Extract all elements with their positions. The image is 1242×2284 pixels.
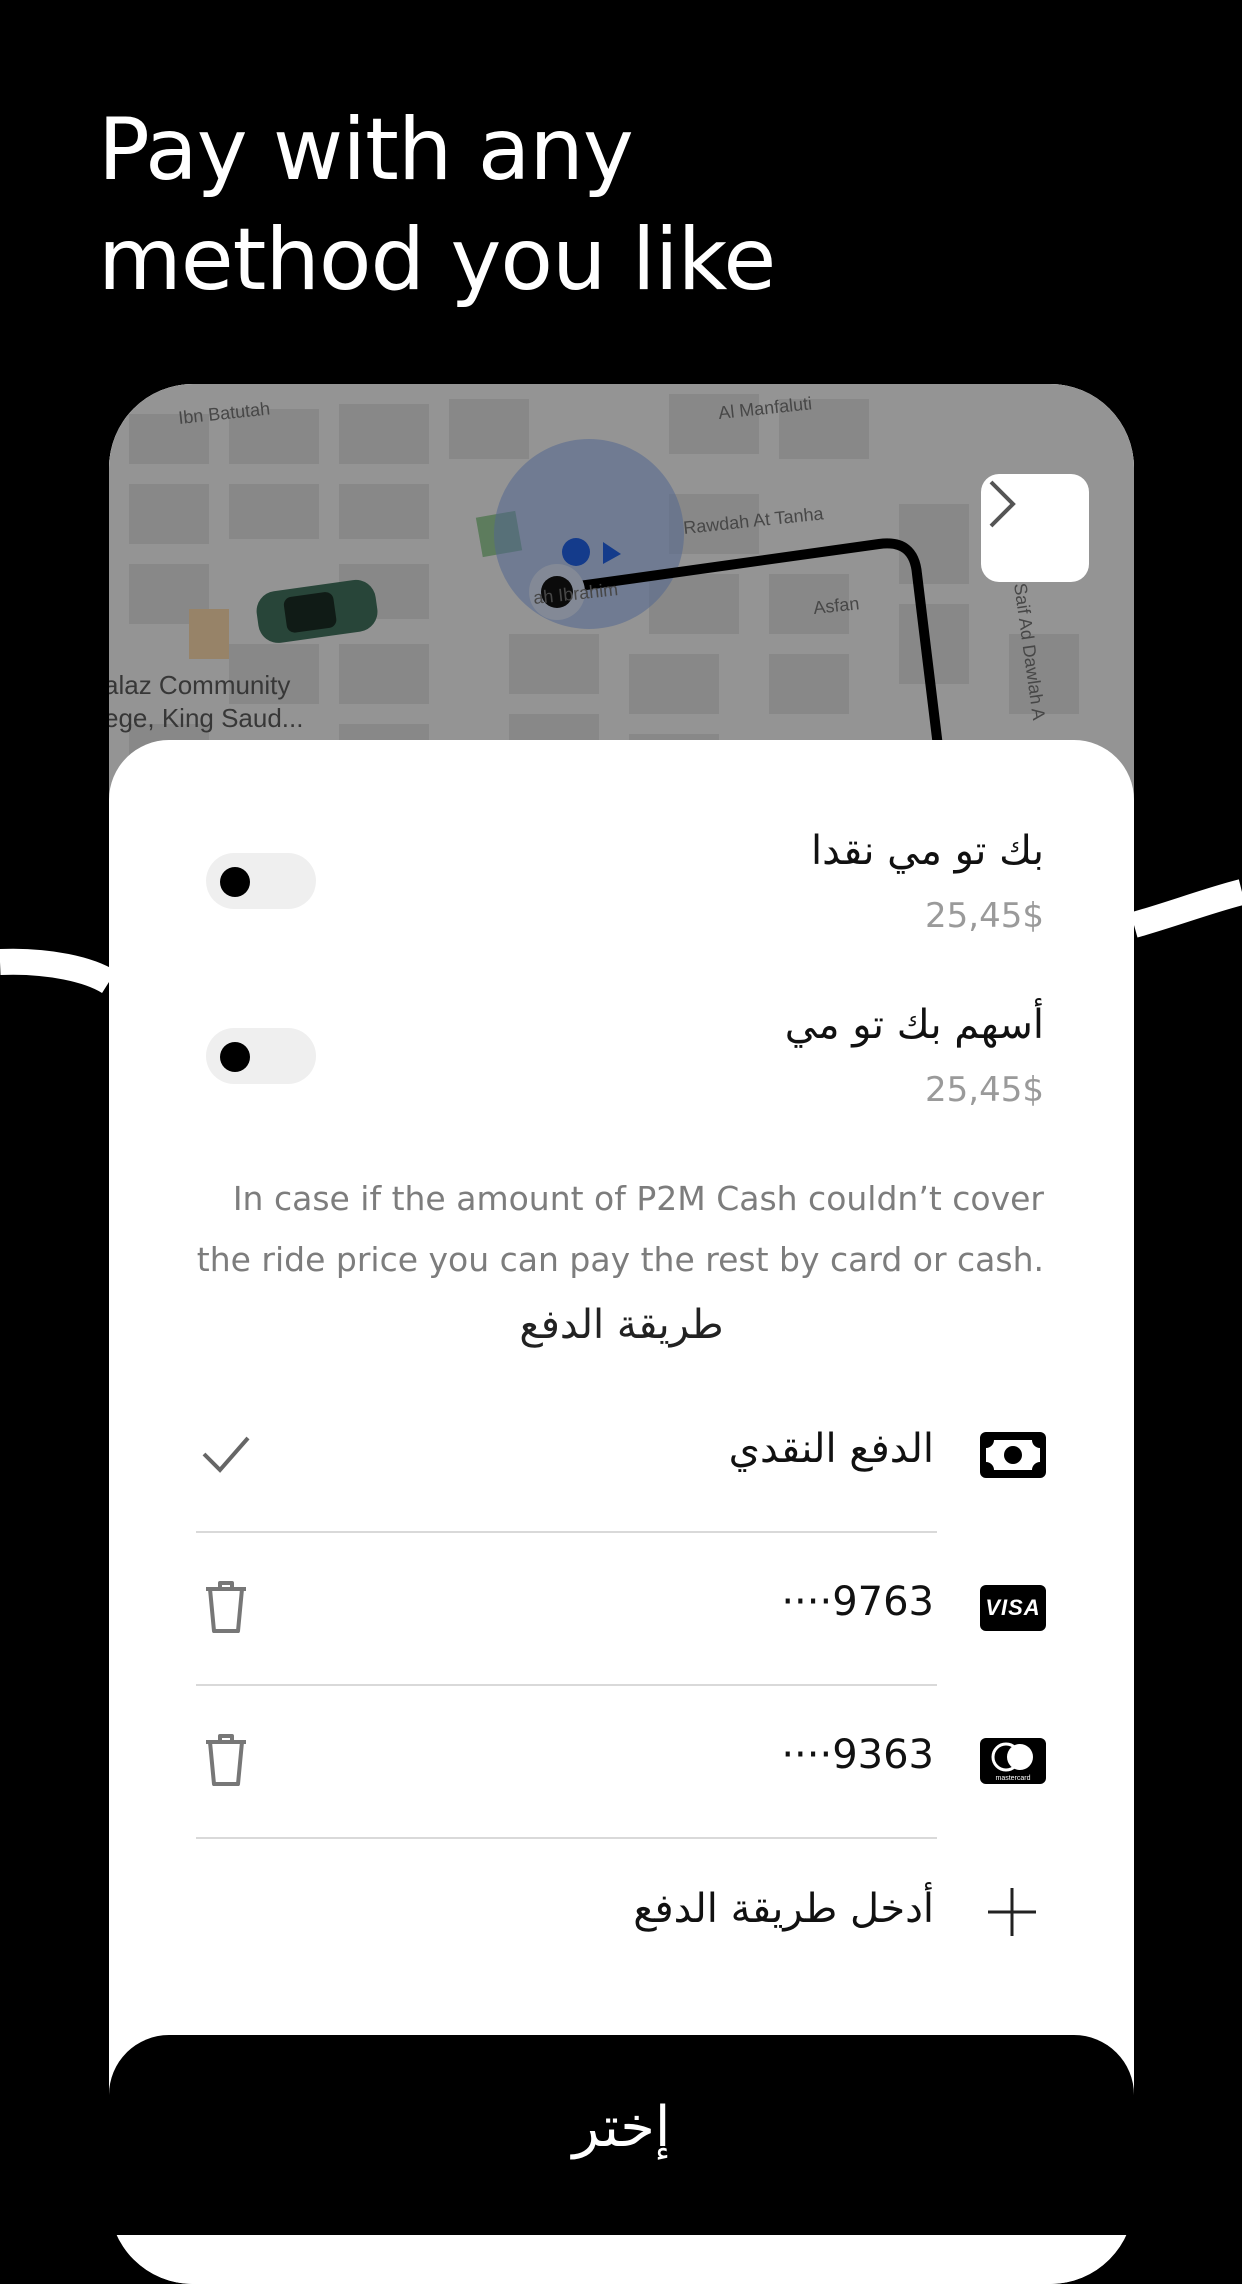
divider [196,1837,937,1839]
payment-method-visa[interactable]: ····9763 VISA [196,1533,1046,1686]
payment-method-label: ····9763 [781,1579,934,1625]
info-note-line-1: In case if the amount of P2M Cash couldn… [232,1179,1044,1218]
toggle-knob [220,1042,250,1072]
checkmark-icon [202,1436,250,1473]
visa-brand-text: VISA [985,1595,1041,1620]
shares-toggle[interactable] [206,1028,316,1084]
phone-screen: Ibn Batutah Al Manfaluti Rawdah At Tanha… [109,384,1134,2284]
mastercard-brand-text: mastercard [995,1775,1030,1782]
chevron-right-icon [989,480,1016,528]
payment-method-cash[interactable]: الدفع النقدي [196,1380,1046,1533]
toggle-knob [220,867,250,897]
info-note-line-2: the ride price you can pay the rest by c… [196,1240,1044,1279]
add-payment-label: أدخل طريقة الدفع [633,1886,934,1932]
next-button[interactable] [981,474,1089,582]
payment-method-label: الدفع النقدي [728,1426,934,1472]
choose-button[interactable]: إختر [109,2035,1134,2235]
option-row-shares: أسهم بك تو مي 25,45$ [109,1002,1134,1132]
payment-method-mastercard[interactable]: ····9363 mastercard [196,1686,1046,1839]
option-title: بك تو مي نقدا [810,828,1044,874]
option-row-cash: بك تو مي نقدا 25,45$ [109,828,1134,958]
option-price: 25,45$ [925,896,1044,936]
payment-method-label: ····9363 [781,1732,934,1778]
payment-method-title: طريقة الدفع [519,1302,724,1348]
choose-button-label: إختر [572,2095,671,2160]
option-title: أسهم بك تو مي [784,1002,1044,1048]
visa-icon: VISA [980,1585,1046,1631]
trash-icon[interactable] [196,1577,256,1637]
trash-icon[interactable] [196,1730,256,1790]
option-price: 25,45$ [925,1070,1044,1110]
info-note: In case if the amount of P2M Cash couldn… [194,1168,1044,1290]
mastercard-icon: mastercard [980,1738,1046,1784]
add-payment-method[interactable]: أدخل طريقة الدفع [196,1840,1046,1990]
plus-icon [988,1888,1036,1936]
cash-toggle[interactable] [206,853,316,909]
cash-icon [980,1432,1046,1478]
